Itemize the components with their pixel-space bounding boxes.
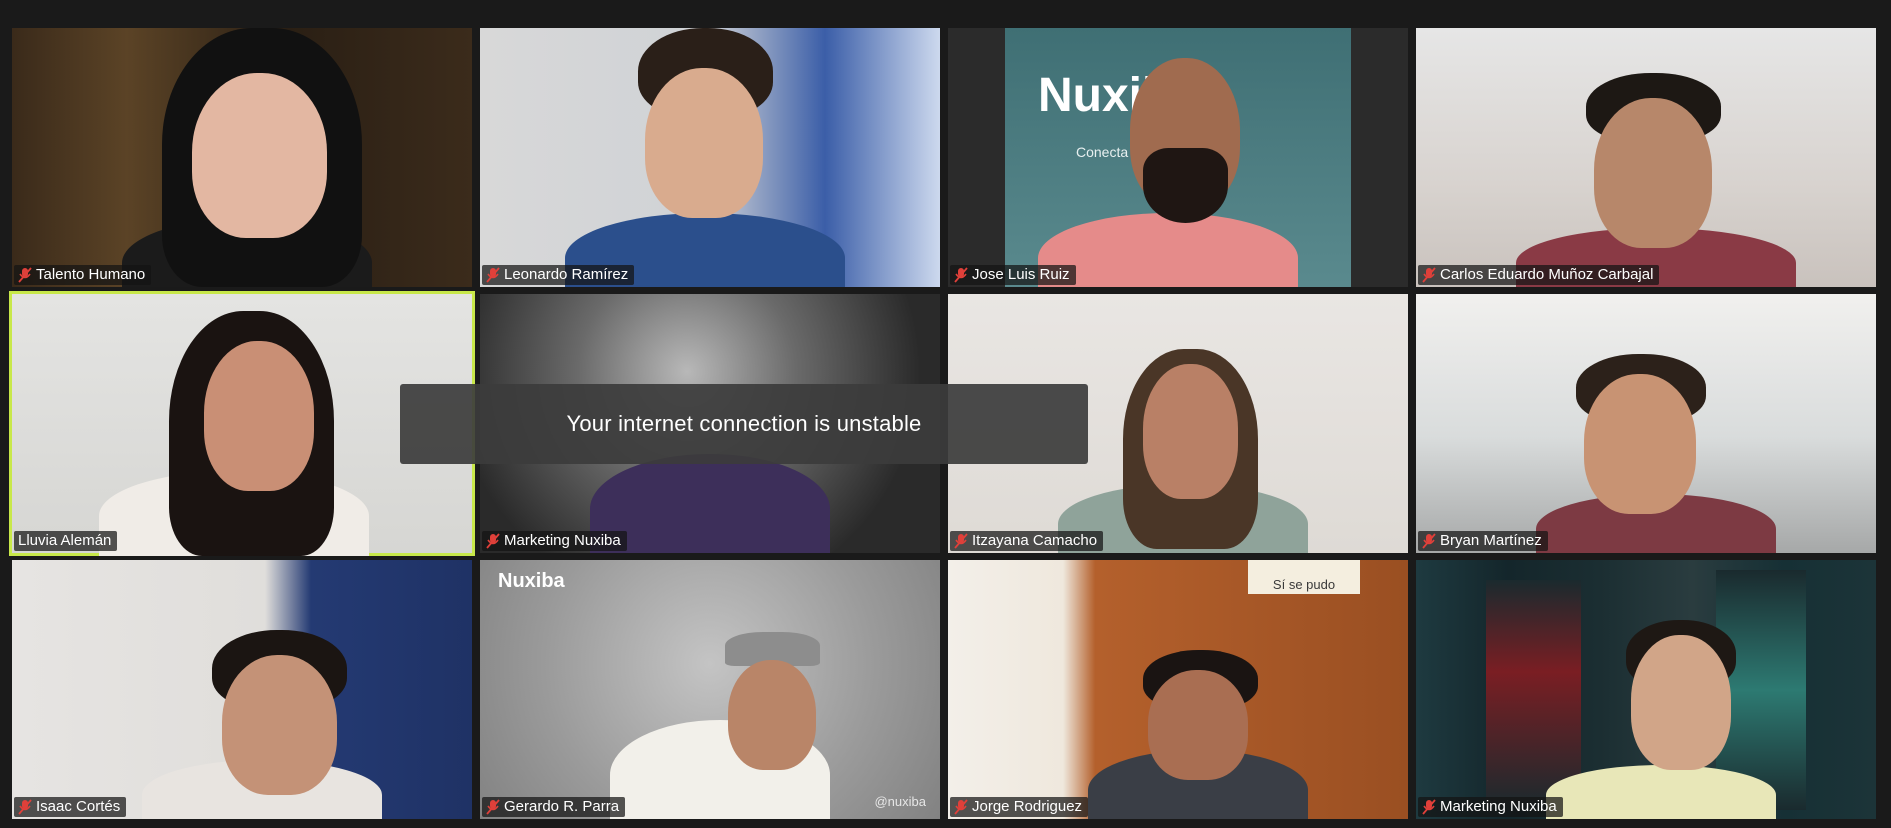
participant-face <box>1584 374 1696 514</box>
mic-muted-icon <box>486 533 500 549</box>
participant-nameplate: Jose Luis Ruiz <box>950 265 1076 285</box>
participant-nameplate: Bryan Martínez <box>1418 531 1548 551</box>
participant-tile[interactable]: Bryan Martínez <box>1416 294 1876 553</box>
participant-tile[interactable]: Nuxiba @nuxiba Gerardo R. Parra <box>480 560 940 819</box>
mic-muted-icon <box>954 533 968 549</box>
participant-face <box>1148 670 1248 780</box>
participant-face <box>1594 98 1712 248</box>
mic-muted-icon <box>486 267 500 283</box>
mic-muted-icon <box>1422 799 1436 815</box>
participant-nameplate: Itzayana Camacho <box>950 531 1104 551</box>
video-grid: Talento Humano Leonardo Ramírez Nuxiba C… <box>0 0 1891 828</box>
participant-tile[interactable]: Carlos Eduardo Muñoz Carbajal <box>1416 28 1876 287</box>
participant-body <box>1546 765 1776 819</box>
participant-tile[interactable]: Nuxiba Conecta Jose Luis Ruiz <box>948 28 1408 287</box>
mic-muted-icon <box>954 799 968 815</box>
participant-nameplate: Leonardo Ramírez <box>482 265 635 285</box>
nuxiba-banner-tagline: Conecta <box>1076 144 1129 160</box>
participant-nameplate: Carlos Eduardo Muñoz Carbajal <box>1418 265 1660 285</box>
participant-name: Talento Humano <box>36 266 146 283</box>
participant-name: Marketing Nuxiba <box>504 532 621 549</box>
participant-name: Isaac Cortés <box>36 798 121 815</box>
nuxiba-watermark: @nuxiba <box>874 794 926 809</box>
participant-face <box>645 68 763 218</box>
wall-sign: Sí se pudo <box>1248 560 1360 594</box>
poster-red <box>1486 580 1581 810</box>
participant-nameplate: Lluvia Alemán <box>14 531 118 551</box>
participant-face <box>204 341 314 491</box>
participant-name: Jorge Rodriguez <box>972 798 1083 815</box>
unstable-connection-toast: Your internet connection is unstable <box>400 384 1088 464</box>
participant-face <box>192 73 327 238</box>
participant-tile[interactable]: Sí se pudo Jorge Rodriguez <box>948 560 1408 819</box>
participant-name: Leonardo Ramírez <box>504 266 629 283</box>
toast-message: Your internet connection is unstable <box>566 411 922 436</box>
participant-nameplate: Isaac Cortés <box>14 797 127 817</box>
participant-nameplate: Marketing Nuxiba <box>482 531 627 551</box>
participant-name: Lluvia Alemán <box>18 532 112 549</box>
mic-muted-icon <box>1422 533 1436 549</box>
participant-nameplate: Jorge Rodriguez <box>950 797 1089 817</box>
participant-tile[interactable]: Isaac Cortés <box>12 560 472 819</box>
nuxiba-logo: Nuxiba <box>498 570 565 592</box>
mic-muted-icon <box>486 799 500 815</box>
participant-face <box>222 655 337 795</box>
participant-tile[interactable]: Marketing Nuxiba <box>1416 560 1876 819</box>
participant-name: Gerardo R. Parra <box>504 798 620 815</box>
participant-name: Jose Luis Ruiz <box>972 266 1070 283</box>
participant-nameplate: Talento Humano <box>14 265 152 285</box>
participant-name: Bryan Martínez <box>1440 532 1542 549</box>
participant-face <box>1143 364 1238 499</box>
participant-face <box>728 660 816 770</box>
mic-muted-icon <box>18 799 32 815</box>
participant-nameplate: Gerardo R. Parra <box>482 797 626 817</box>
participant-tile[interactable]: Talento Humano <box>12 28 472 287</box>
participant-name: Carlos Eduardo Muñoz Carbajal <box>1440 266 1654 283</box>
participant-name: Itzayana Camacho <box>972 532 1098 549</box>
participant-face <box>1631 635 1731 770</box>
participant-tile[interactable]: Leonardo Ramírez <box>480 28 940 287</box>
mic-muted-icon <box>954 267 968 283</box>
mic-muted-icon <box>18 267 32 283</box>
participant-nameplate: Marketing Nuxiba <box>1418 797 1563 817</box>
participant-name: Marketing Nuxiba <box>1440 798 1557 815</box>
participant-beard <box>1143 148 1228 223</box>
mic-muted-icon <box>1422 267 1436 283</box>
